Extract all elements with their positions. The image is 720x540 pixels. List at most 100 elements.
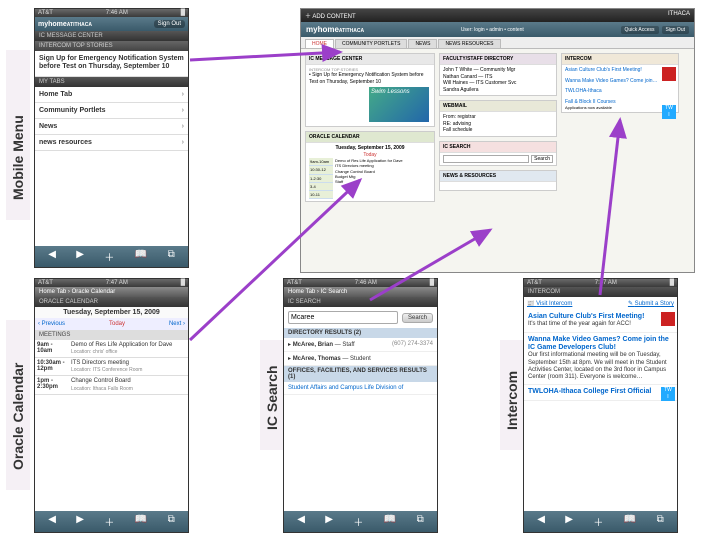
sign-out-button[interactable]: Sign Out [154, 20, 185, 28]
section-mytabs: My Tabs [35, 77, 188, 87]
news-item[interactable]: TWLOHA-Ithaca College First Official TWI [524, 385, 677, 400]
submit-story-link[interactable]: ✎ Submit a Story [628, 300, 674, 307]
top-story[interactable]: Sign Up for Emergency Notification Syste… [35, 51, 188, 77]
portal-header: myhomeATITHACA User: login • admin • con… [301, 22, 694, 37]
bookmarks-icon[interactable]: 📖 [135, 249, 147, 264]
section-ic-search: IC Search [284, 297, 437, 307]
intercom-links: 📰 Visit Intercom ✎ Submit a Story [524, 297, 677, 310]
section-msg-center: IC Message Center [35, 31, 188, 41]
back-icon[interactable]: ◀ [48, 514, 56, 529]
portlet-ic-search: IC SEARCH Search [439, 141, 557, 167]
portlet-directory: FACULTY/STAFF DIRECTORY John T White — C… [439, 53, 557, 96]
status-bar: AT&T7:46 AM█ [284, 279, 437, 287]
meeting-row[interactable]: 9am - 10amDemo of Res Life Application f… [35, 340, 188, 358]
directory-result[interactable]: ▸ McAree, Brian — Staff(607) 274-3374 [284, 338, 437, 352]
add-icon[interactable]: ＋ [104, 514, 114, 529]
swim-banner[interactable]: Swim Lessons [369, 87, 429, 122]
portlet-msg-center: IC MESSAGE CENTER Intercom Top Stories• … [305, 53, 435, 127]
bookmarks-icon[interactable]: 📖 [135, 514, 147, 529]
phone-intercom: AT&T7:47 AM█ Intercom 📰 Visit Intercom ✎… [523, 278, 678, 533]
brand-logo: myhomeATITHACA [38, 21, 92, 28]
sign-out-button[interactable]: Sign Out [662, 26, 689, 34]
fwd-icon[interactable]: ▶ [76, 514, 84, 529]
tab-home[interactable]: HOME [305, 39, 334, 48]
meeting-row[interactable]: 10:30am - 12pmITS Directors meetingLocat… [35, 358, 188, 376]
directory-results-header: Directory Results (2) [284, 328, 437, 338]
search-input[interactable] [288, 311, 398, 324]
status-bar: AT&T7:46 AM█ [35, 9, 188, 17]
fwd-icon[interactable]: ▶ [565, 514, 573, 529]
calendar-date: Tuesday, September 15, 2009 [35, 307, 188, 318]
fwd-icon[interactable]: ▶ [325, 514, 333, 529]
breadcrumb[interactable]: Home Tab › Oracle Calendar [35, 287, 188, 297]
menu-item[interactable]: News› [35, 119, 188, 135]
portal-search-input[interactable] [443, 155, 529, 164]
meeting-row[interactable]: 1pm - 2:30pmChange Control BoardLocation… [35, 376, 188, 394]
tab-news-resources[interactable]: NEWS RESOURCES [438, 39, 500, 48]
label-ic-search: IC Search [260, 340, 284, 450]
visit-intercom-link[interactable]: 📰 Visit Intercom [527, 300, 572, 307]
label-mobile-menu: Mobile Menu [6, 50, 30, 220]
label-oracle-calendar: Oracle Calendar [6, 320, 30, 490]
bottom-toolbar: ◀ ▶ ＋ 📖 ⧉ [35, 511, 188, 532]
bottom-toolbar: ◀ ▶ ＋ 📖 ⧉ [284, 511, 437, 532]
portlet-intercom: INTERCOM Asian Culture Club's First Meet… [561, 53, 679, 113]
window-titlebar: ＋ ADD CONTENTITHACA [301, 9, 694, 22]
section-intercom: Intercom [524, 287, 677, 297]
back-icon[interactable]: ◀ [537, 514, 545, 529]
thumb-icon [662, 67, 676, 81]
chevron-right-icon: › [182, 139, 184, 146]
services-results-header: Offices, Facilities, and Services Result… [284, 366, 437, 382]
bookmarks-icon[interactable]: 📖 [624, 514, 636, 529]
add-icon[interactable]: ＋ [353, 514, 363, 529]
menu-item[interactable]: Home Tab› [35, 87, 188, 103]
portlet-news-resources: NEWS & RESOURCES [439, 170, 557, 191]
tabs-icon[interactable]: ⧉ [657, 514, 664, 529]
phone-oracle-calendar: AT&T7:47 AM█ Home Tab › Oracle Calendar … [34, 278, 189, 533]
today-button[interactable]: Today [109, 321, 125, 327]
prev-button[interactable]: ‹ Previous [38, 321, 65, 327]
chevron-right-icon: › [182, 91, 184, 98]
thumb-icon: TWI [661, 387, 675, 401]
next-button[interactable]: Next › [169, 321, 185, 327]
portal-search-button[interactable]: Search [531, 155, 553, 164]
desktop-portal: ＋ ADD CONTENTITHACA myhomeATITHACA User:… [300, 8, 695, 273]
bookmarks-icon[interactable]: 📖 [384, 514, 396, 529]
menu-item[interactable]: Community Portlets› [35, 103, 188, 119]
menu-item[interactable]: news resources› [35, 135, 188, 151]
add-icon[interactable]: ＋ [593, 514, 603, 529]
bottom-toolbar: ◀ ▶ ＋ 📖 ⧉ [524, 511, 677, 532]
bottom-toolbar: ◀ ▶ ＋ 📖 ⧉ [35, 246, 188, 267]
news-item[interactable]: Asian Culture Club's First Meeting! It's… [524, 310, 677, 333]
portlet-webmail: WEBMAIL From: registrarRE: advisingFall … [439, 100, 557, 137]
back-icon[interactable]: ◀ [297, 514, 305, 529]
search-button[interactable]: Search [402, 313, 433, 323]
quick-access-button[interactable]: Quick Access [621, 26, 659, 34]
directory-result[interactable]: ▸ McAree, Thomas — Student [284, 352, 437, 366]
tabs-icon[interactable]: ⧉ [417, 514, 424, 529]
section-oracle-cal: Oracle Calendar [35, 297, 188, 307]
add-icon[interactable]: ＋ [104, 249, 114, 264]
brand-logo: myhomeATITHACA [306, 25, 364, 34]
tab-community[interactable]: COMMUNITY PORTLETS [335, 39, 407, 48]
service-result[interactable]: Student Affairs and Campus Life Division… [284, 382, 437, 395]
tab-news[interactable]: NEWS [408, 39, 437, 48]
chevron-right-icon: › [182, 123, 184, 130]
back-icon[interactable]: ◀ [48, 249, 56, 264]
thumb-icon: TWI [662, 105, 676, 119]
thumb-icon [661, 312, 675, 326]
portal-tabs: HOME COMMUNITY PORTLETS NEWS NEWS RESOUR… [301, 37, 694, 49]
chevron-right-icon: › [182, 107, 184, 114]
tabs-icon[interactable]: ⧉ [168, 514, 175, 529]
news-item[interactable]: Wanna Make Video Games? Come join the IC… [524, 333, 677, 386]
breadcrumb[interactable]: Home Tab › IC Search [284, 287, 437, 297]
label-intercom: Intercom [500, 340, 524, 450]
app-header: myhomeATITHACA Sign Out [35, 17, 188, 31]
fwd-icon[interactable]: ▶ [76, 249, 84, 264]
portlet-oracle-calendar: ORACLE CALENDAR Tuesday, September 15, 2… [305, 131, 435, 202]
tabs-icon[interactable]: ⧉ [168, 249, 175, 264]
section-top-stories: Intercom Top Stories [35, 41, 188, 51]
user-info: User: login • admin • content [461, 27, 524, 33]
status-bar: AT&T7:47 AM█ [35, 279, 188, 287]
search-box: Search [284, 307, 437, 328]
